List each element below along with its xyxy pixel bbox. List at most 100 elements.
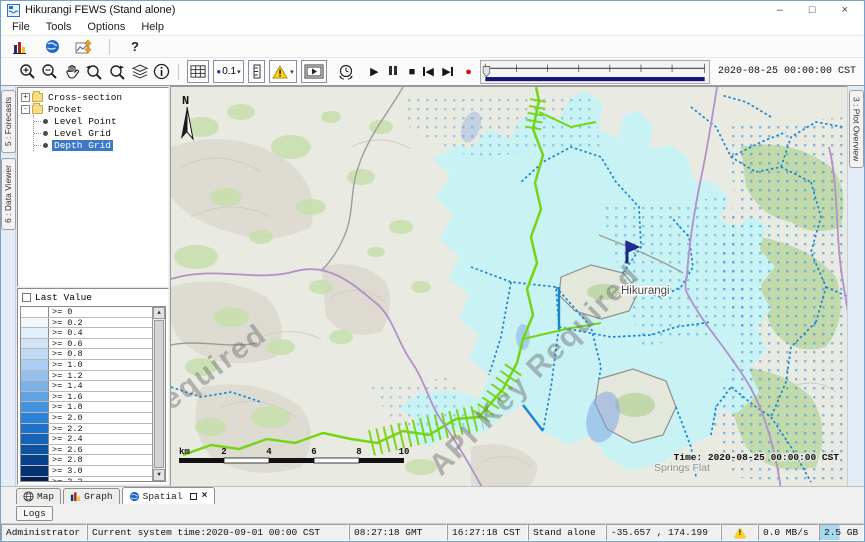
timeline-slider[interactable] <box>480 60 710 84</box>
legend-row: >= 1.2 <box>21 371 152 382</box>
info-icon[interactable] <box>153 61 170 83</box>
legend-row: >= 2.6 <box>21 445 152 456</box>
legend-row: >= 3.2 <box>21 477 152 483</box>
tab-forecasts[interactable]: 5 : Forecasts <box>1 90 16 153</box>
node-bullet-icon <box>43 143 48 148</box>
topology-tree: + Cross-section - Pocket Level Point <box>17 87 169 287</box>
step-forward-button[interactable]: ▶ <box>442 65 457 78</box>
status-memory[interactable]: 2.5 GB <box>819 524 864 541</box>
tree-item-pocket[interactable]: - Pocket <box>20 103 166 115</box>
map-view[interactable]: API Key Required API Key Required N Hiku… <box>171 86 847 486</box>
last-value-label: Last Value <box>35 292 92 303</box>
tab-spatial[interactable]: Spatial × <box>122 487 215 504</box>
expand-plus-icon[interactable]: + <box>21 93 30 102</box>
close-button[interactable]: × <box>842 2 848 18</box>
place-label: Springs Flat <box>654 462 710 474</box>
legend-row: >= 3.0 <box>21 466 152 477</box>
status-bar: Administrator Current system time:2020-0… <box>1 523 864 541</box>
collapse-minus-icon[interactable]: - <box>21 105 30 114</box>
help-button[interactable]: ? <box>124 36 146 58</box>
grid-display-button[interactable] <box>187 60 209 83</box>
zoom-next-icon[interactable] <box>108 61 127 83</box>
logs-button[interactable]: Logs <box>16 506 53 521</box>
legend-row: >= 2.0 <box>21 413 152 424</box>
status-user: Administrator <box>1 524 87 541</box>
stop-button[interactable]: ■ <box>405 66 420 78</box>
depth-legend-table: >= 0 >= 0.2 >= 0.4 >= 0.6 >= 0.8 >= 1.0 … <box>20 306 166 482</box>
legend-row: >= 1.0 <box>21 360 152 371</box>
layers-icon[interactable] <box>131 61 149 83</box>
map-display-icon[interactable] <box>41 36 63 58</box>
legend-row: >= 0.6 <box>21 339 152 350</box>
status-download-rate: 0.0 MB/s <box>758 524 819 541</box>
tab-map[interactable]: Map <box>16 488 61 504</box>
legend-row: >= 0.2 <box>21 318 152 329</box>
map-canvas[interactable]: API Key Required API Key Required N Hiku… <box>171 87 847 486</box>
tab-close-icon[interactable]: × <box>202 491 208 502</box>
time-settings-icon[interactable] <box>337 61 355 83</box>
forecast-manager-icon[interactable] <box>9 36 31 58</box>
folder-icon <box>32 105 43 114</box>
timeseries-dialog-icon[interactable] <box>73 36 95 58</box>
status-gmt-time: 08:27:18 GMT <box>349 524 447 541</box>
legend-row: >= 2.8 <box>21 455 152 466</box>
menu-bar: File Tools Options Help <box>1 19 864 36</box>
tree-item-level-grid[interactable]: Level Grid <box>34 127 166 139</box>
maximize-button[interactable]: □ <box>809 2 816 18</box>
legend-panel: Last Value >= 0 >= 0.2 >= 0.4 >= 0.6 >= … <box>17 288 169 485</box>
tab-graph[interactable]: Graph <box>63 488 120 504</box>
legend-scrollbar[interactable]: ▲ ▼ <box>152 307 165 481</box>
warnings-dropdown[interactable]: ▾ <box>269 60 297 83</box>
menu-options[interactable]: Options <box>80 20 132 34</box>
step-back-button[interactable]: ◀ <box>423 65 438 78</box>
tree-item-cross-section[interactable]: + Cross-section <box>20 91 166 103</box>
pause-button[interactable] <box>386 66 401 78</box>
interval-value: 0.1 <box>222 66 236 77</box>
tab-data-viewer[interactable]: 6 : Data Viewer <box>1 158 16 230</box>
status-local-time: 16:27:18 CST <box>447 524 528 541</box>
tab-plot-overview[interactable]: 3 : Plot Overview <box>849 90 864 168</box>
spatial-sidebar: + Cross-section - Pocket Level Point <box>16 86 171 486</box>
timeline-handle[interactable] <box>483 66 490 76</box>
tab-maximize-icon[interactable] <box>190 493 197 500</box>
status-mode: Stand alone <box>528 524 606 541</box>
application-window: Hikurangi FEWS (Stand alone) – □ × File … <box>0 0 865 542</box>
scroll-up-icon[interactable]: ▲ <box>153 307 165 319</box>
scroll-thumb[interactable] <box>154 320 164 468</box>
scroll-down-icon[interactable]: ▼ <box>153 469 165 481</box>
record-button[interactable]: ● <box>461 66 476 78</box>
logs-row: Logs <box>1 504 864 523</box>
legend-row: >= 2.4 <box>21 434 152 445</box>
legend-row: >= 0.4 <box>21 328 152 339</box>
animation-button[interactable] <box>301 60 327 83</box>
tree-item-level-point[interactable]: Level Point <box>34 115 166 127</box>
menu-file[interactable]: File <box>5 20 37 34</box>
pan-hand-icon[interactable] <box>63 61 81 83</box>
minimize-button[interactable]: – <box>777 2 783 18</box>
status-warning-cell[interactable] <box>721 524 758 541</box>
bottom-tab-bar: Map Graph Spatial × <box>1 486 864 504</box>
legend-row: >= 0.8 <box>21 349 152 360</box>
svg-text:6: 6 <box>311 447 316 457</box>
contour-interval-dropdown[interactable]: ● 0.1 ▾ <box>213 60 244 83</box>
svg-text:4: 4 <box>266 447 272 457</box>
legend-row: >= 0 <box>21 307 152 318</box>
globe-icon <box>129 491 140 502</box>
svg-text:8: 8 <box>356 447 361 457</box>
menu-tools[interactable]: Tools <box>39 20 79 34</box>
zoom-out-icon[interactable] <box>41 61 59 83</box>
menu-help[interactable]: Help <box>134 20 171 34</box>
zoom-previous-icon[interactable] <box>85 61 104 83</box>
svg-text:2: 2 <box>221 447 226 457</box>
legend-row: >= 2.2 <box>21 424 152 435</box>
tree-item-depth-grid[interactable]: Depth Grid <box>34 139 166 151</box>
scale-legend-button[interactable] <box>248 60 265 83</box>
chevron-down-icon: ▾ <box>290 68 294 76</box>
main-toolbar: ? <box>1 36 864 58</box>
legend-row: >= 1.8 <box>21 402 152 413</box>
town-label: Hikurangi <box>621 285 670 297</box>
zoom-in-icon[interactable] <box>19 61 37 83</box>
right-panel-strip: 3 : Plot Overview <box>847 86 864 486</box>
last-value-checkbox[interactable] <box>22 293 31 302</box>
play-button[interactable]: ▶ <box>367 65 382 78</box>
